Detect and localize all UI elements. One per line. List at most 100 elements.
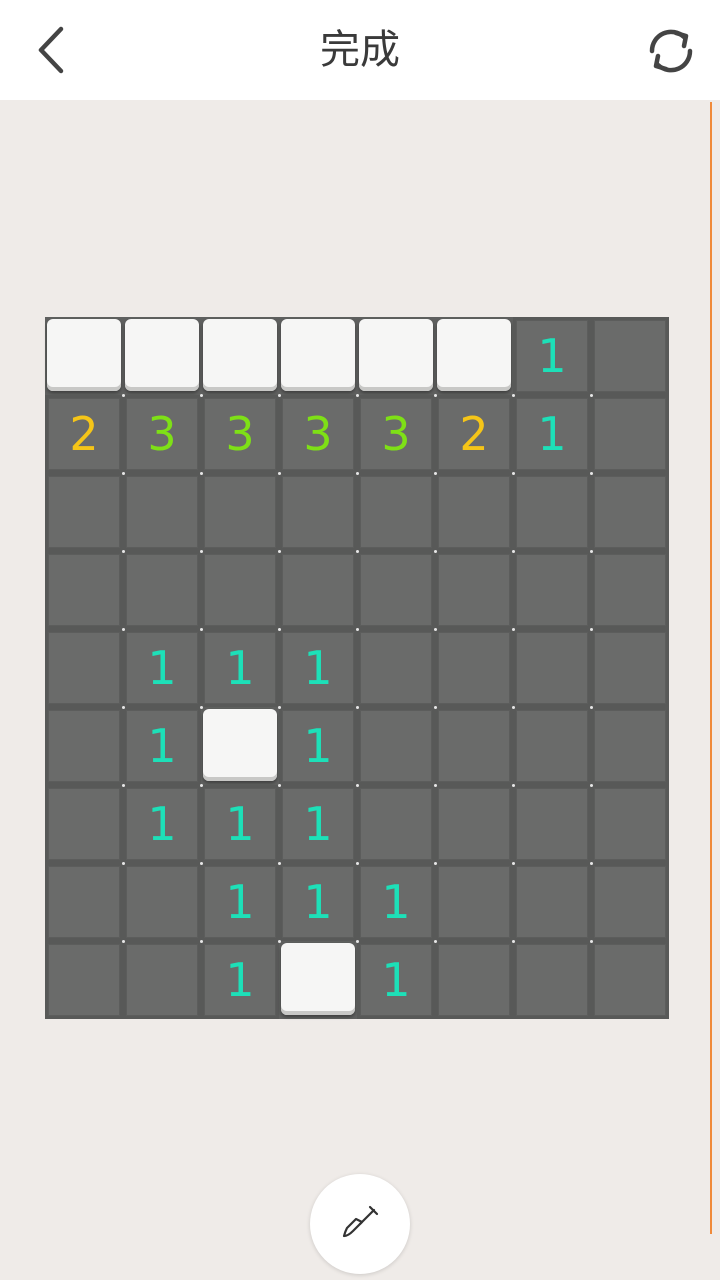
number-cell[interactable]: 2 <box>45 395 123 473</box>
grid-dot <box>589 861 593 865</box>
number-cell[interactable]: 1 <box>357 863 435 941</box>
grid-dot <box>277 939 281 943</box>
number-cell[interactable]: 1 <box>279 629 357 707</box>
unopened-cell[interactable] <box>281 319 355 391</box>
number-cell[interactable]: 1 <box>279 707 357 785</box>
empty-cell[interactable] <box>45 863 123 941</box>
unopened-cell[interactable] <box>203 709 277 781</box>
cell-number: 1 <box>303 719 333 773</box>
empty-cell[interactable] <box>513 707 591 785</box>
cell-number: 1 <box>303 875 333 929</box>
grid-dot <box>277 393 281 397</box>
cell-number: 3 <box>225 407 255 461</box>
empty-cell[interactable] <box>591 395 669 473</box>
empty-cell[interactable] <box>123 941 201 1019</box>
cell-number: 1 <box>303 641 333 695</box>
grid-dot <box>121 861 125 865</box>
empty-cell[interactable] <box>357 629 435 707</box>
unopened-cell[interactable] <box>203 319 277 391</box>
empty-cell[interactable] <box>591 785 669 863</box>
empty-cell[interactable] <box>435 473 513 551</box>
grid-dot <box>121 705 125 709</box>
unopened-cell[interactable] <box>47 319 121 391</box>
empty-cell[interactable] <box>591 707 669 785</box>
grid-dot <box>355 939 359 943</box>
number-cell[interactable]: 1 <box>123 629 201 707</box>
empty-cell[interactable] <box>201 551 279 629</box>
number-cell[interactable]: 3 <box>279 395 357 473</box>
empty-cell[interactable] <box>45 473 123 551</box>
empty-cell[interactable] <box>279 551 357 629</box>
empty-cell[interactable] <box>201 473 279 551</box>
cell-number: 1 <box>537 329 567 383</box>
grid-dot <box>511 549 515 553</box>
cell-number: 1 <box>381 953 411 1007</box>
empty-cell[interactable] <box>123 863 201 941</box>
unopened-cell[interactable] <box>125 319 199 391</box>
empty-cell[interactable] <box>513 551 591 629</box>
empty-cell[interactable] <box>435 785 513 863</box>
grid-dot <box>199 471 203 475</box>
number-cell[interactable]: 1 <box>201 629 279 707</box>
refresh-icon <box>649 29 693 73</box>
empty-cell[interactable] <box>591 317 669 395</box>
cell-number: 1 <box>147 641 177 695</box>
grid-dot <box>433 627 437 631</box>
empty-cell[interactable] <box>435 707 513 785</box>
unopened-cell[interactable] <box>437 319 511 391</box>
empty-cell[interactable] <box>513 785 591 863</box>
empty-cell[interactable] <box>123 473 201 551</box>
grid-dot <box>355 471 359 475</box>
empty-cell[interactable] <box>513 863 591 941</box>
dig-mode-button[interactable] <box>310 1174 410 1274</box>
empty-cell[interactable] <box>513 941 591 1019</box>
grid-dot <box>589 705 593 709</box>
number-cell[interactable]: 1 <box>123 707 201 785</box>
empty-cell[interactable] <box>357 707 435 785</box>
empty-cell[interactable] <box>591 941 669 1019</box>
number-cell[interactable]: 3 <box>123 395 201 473</box>
number-cell[interactable]: 1 <box>279 863 357 941</box>
empty-cell[interactable] <box>591 551 669 629</box>
empty-cell[interactable] <box>591 629 669 707</box>
empty-cell[interactable] <box>279 473 357 551</box>
number-cell[interactable]: 1 <box>201 863 279 941</box>
number-cell[interactable]: 1 <box>357 941 435 1019</box>
empty-cell[interactable] <box>591 473 669 551</box>
empty-cell[interactable] <box>45 941 123 1019</box>
cell-number: 1 <box>225 797 255 851</box>
number-cell[interactable]: 2 <box>435 395 513 473</box>
empty-cell[interactable] <box>435 863 513 941</box>
number-cell[interactable]: 1 <box>279 785 357 863</box>
empty-cell[interactable] <box>435 941 513 1019</box>
empty-cell[interactable] <box>45 551 123 629</box>
number-cell[interactable]: 1 <box>513 317 591 395</box>
empty-cell[interactable] <box>357 785 435 863</box>
refresh-button[interactable] <box>642 22 700 80</box>
empty-cell[interactable] <box>435 629 513 707</box>
number-cell[interactable]: 1 <box>123 785 201 863</box>
empty-cell[interactable] <box>435 551 513 629</box>
cell-number: 3 <box>303 407 333 461</box>
cell-number: 1 <box>147 797 177 851</box>
number-cell[interactable]: 3 <box>201 395 279 473</box>
empty-cell[interactable] <box>513 629 591 707</box>
number-cell[interactable]: 1 <box>201 785 279 863</box>
empty-cell[interactable] <box>45 707 123 785</box>
empty-cell[interactable] <box>123 551 201 629</box>
empty-cell[interactable] <box>591 863 669 941</box>
unopened-cell[interactable] <box>281 943 355 1015</box>
empty-cell[interactable] <box>357 473 435 551</box>
number-cell[interactable]: 1 <box>201 941 279 1019</box>
empty-cell[interactable] <box>513 473 591 551</box>
number-cell[interactable]: 1 <box>513 395 591 473</box>
minesweeper-board: 123333211111111111111 <box>45 317 669 1019</box>
empty-cell[interactable] <box>45 785 123 863</box>
grid-dot <box>199 705 203 709</box>
grid-dot <box>121 783 125 787</box>
grid-dot <box>277 627 281 631</box>
number-cell[interactable]: 3 <box>357 395 435 473</box>
unopened-cell[interactable] <box>359 319 433 391</box>
empty-cell[interactable] <box>357 551 435 629</box>
empty-cell[interactable] <box>45 629 123 707</box>
